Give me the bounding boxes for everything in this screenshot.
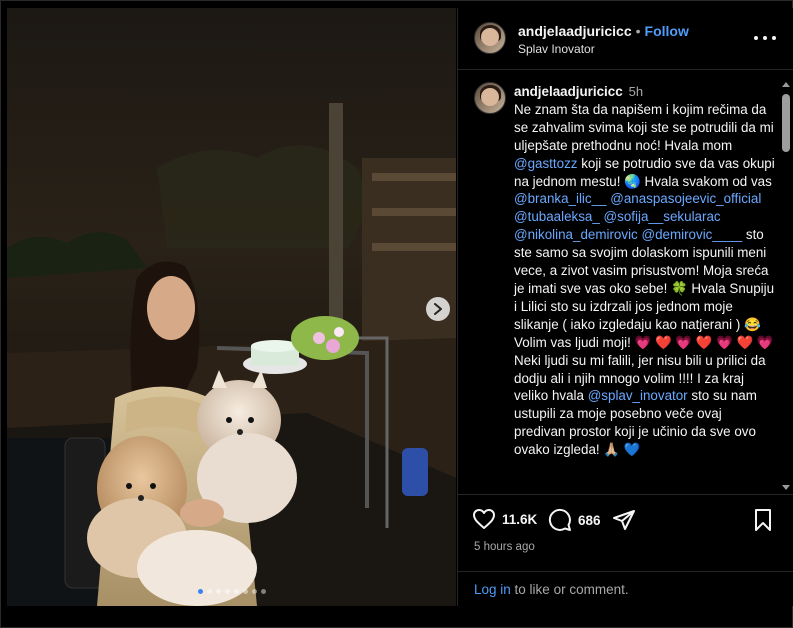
location-link[interactable]: Splav Inovator — [518, 42, 595, 56]
caption-text-segment: sto ste samo sa svojim dolaskom ispunili… — [514, 227, 775, 350]
mention-link[interactable]: @splav_inovator — [588, 388, 688, 403]
comments-area[interactable]: andjelaadjuricicc 5h Ne znam šta da napiš… — [458, 71, 778, 494]
more-options-button[interactable] — [754, 28, 776, 48]
dot — [772, 36, 776, 40]
carousel-dot — [215, 589, 221, 594]
caption-time: 5h — [628, 84, 644, 99]
mention-link[interactable]: @branka_ilic__ — [514, 191, 607, 206]
mention-link[interactable]: @nikolina_demirovic — [514, 227, 638, 242]
scroll-down-arrow-icon[interactable] — [782, 485, 790, 490]
post-photo[interactable] — [7, 8, 456, 606]
dot — [763, 36, 767, 40]
mention-link[interactable]: @sofija__sekularac — [604, 209, 721, 224]
separator: • — [635, 23, 641, 39]
next-photo-button[interactable] — [426, 297, 450, 321]
instagram-post-window: andjelaadjuricicc • Follow Splav Inovator … — [0, 0, 793, 628]
login-prompt-text: to like or comment. — [510, 582, 629, 597]
heart-icon — [473, 509, 495, 529]
likes-count[interactable]: 11.6K — [502, 512, 537, 527]
comments-count[interactable]: 686 — [578, 513, 601, 528]
carousel-dot — [206, 589, 212, 594]
mention-link[interactable]: @anaspasojeevic_official — [610, 191, 761, 206]
scroll-up-arrow-icon[interactable] — [782, 82, 790, 87]
carousel-dot — [224, 589, 230, 594]
caption-text-segment: Ne znam šta da napišem i kojim rečima da… — [514, 101, 774, 153]
carousel-dot — [233, 589, 239, 594]
avatar-face — [481, 28, 499, 47]
caption-text: Ne znam šta da napišem i kojim rečima da… — [514, 102, 775, 457]
comment-icon — [548, 508, 571, 531]
post-timestamp: 5 hours ago — [474, 541, 535, 553]
carousel-dot — [197, 589, 203, 594]
login-link[interactable]: Log in — [474, 582, 511, 597]
carousel-dot — [242, 589, 248, 594]
like-button[interactable]: 11.6K — [472, 508, 537, 530]
post-actions: 11.6K 686 5 hours ago Log in to like or … — [458, 494, 793, 606]
photo-scene — [7, 8, 456, 606]
scrollbar-thumb[interactable] — [782, 94, 790, 152]
login-prompt: Log in to like or comment. — [458, 571, 793, 607]
paper-plane-icon — [613, 510, 635, 530]
carousel-indicator — [7, 589, 456, 594]
author-line: andjelaadjuricicc • Follow — [518, 23, 689, 39]
caption-author-avatar[interactable] — [474, 82, 506, 114]
chevron-right-icon — [434, 303, 442, 315]
caption-username[interactable]: andjelaadjuricicc — [514, 84, 623, 99]
author-username[interactable]: andjelaadjuricicc — [518, 23, 632, 39]
mention-link[interactable]: @gasttozz — [514, 156, 577, 171]
dot — [754, 36, 758, 40]
carousel-dot — [260, 589, 266, 594]
hearts-emoji: 💗 ❤️ 💗 ❤️ 💗 ❤️ 💗 — [634, 334, 774, 350]
carousel-dot — [251, 589, 257, 594]
caption: andjelaadjuricicc 5h Ne znam šta da napiš… — [514, 83, 776, 459]
avatar-face — [481, 88, 499, 107]
follow-button[interactable]: Follow — [645, 23, 689, 39]
post-header: andjelaadjuricicc • Follow Splav Inovator — [458, 8, 793, 70]
save-button[interactable] — [753, 508, 773, 532]
share-button[interactable] — [612, 508, 636, 532]
post-details-panel: andjelaadjuricicc • Follow Splav Inovator … — [457, 8, 793, 606]
comments-scrollbar[interactable] — [780, 80, 792, 492]
mention-link[interactable]: @demirovic____ — [641, 227, 742, 242]
bookmark-icon — [755, 509, 771, 531]
comment-button[interactable]: 686 — [548, 508, 601, 532]
author-avatar[interactable] — [474, 22, 506, 54]
mention-link[interactable]: @tubaaleksa_ — [514, 209, 600, 224]
